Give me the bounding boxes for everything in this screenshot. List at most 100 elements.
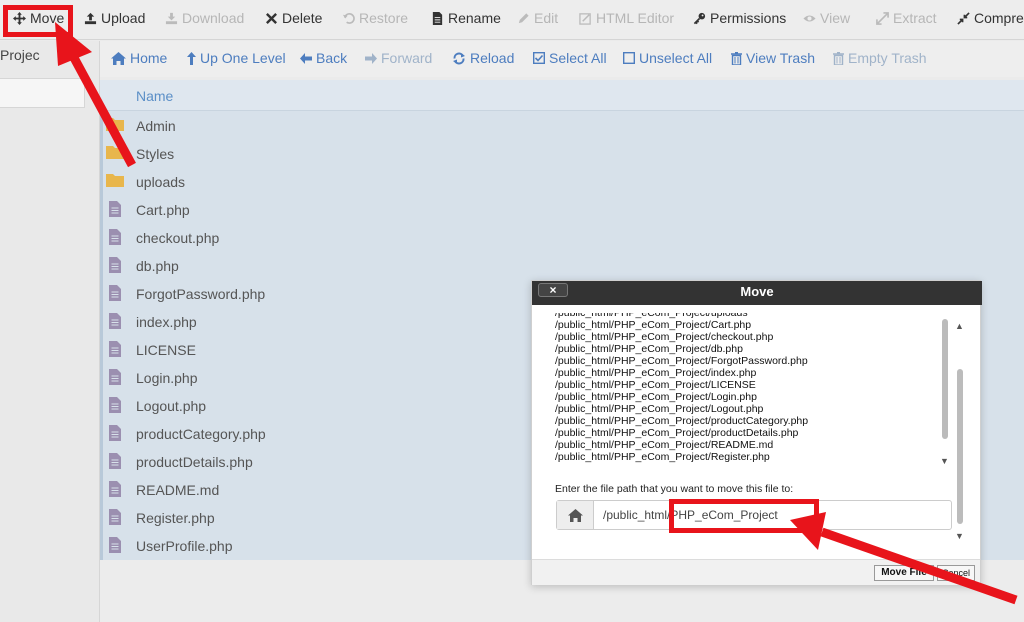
rename-label: Rename — [448, 10, 501, 26]
upload-button[interactable]: Upload — [84, 10, 145, 26]
file-icon — [109, 537, 121, 553]
file-name: Register.php — [136, 510, 215, 526]
file-icon — [109, 341, 121, 357]
paths-scrollbar[interactable] — [942, 319, 948, 439]
folder-icon — [106, 146, 124, 159]
compress-label: Compress — [974, 10, 1024, 26]
path-list-item: /public_html/PHP_eCom_Project/README.md — [555, 439, 774, 451]
path-list-item: /public_html/PHP_eCom_Project/db.php — [555, 343, 743, 355]
download-label: Download — [182, 10, 245, 26]
view-trash-button[interactable]: View Trash — [731, 50, 815, 66]
permissions-label: Permissions — [710, 10, 787, 26]
cancel-button[interactable]: Cancel — [937, 565, 975, 581]
permissions-button[interactable]: Permissions — [693, 10, 786, 26]
delete-label: Delete — [282, 10, 323, 26]
path-list-item: /public_html/PHP_eCom_Project/Login.php — [555, 391, 757, 403]
download-button[interactable]: Download — [165, 10, 244, 26]
empty-trash-button[interactable]: Empty Trash — [833, 50, 927, 66]
arrow-right-icon — [365, 52, 377, 64]
file-row[interactable]: Cart.php — [103, 196, 1024, 224]
left-tab-second[interactable]: C — [57, 48, 67, 64]
folder-icon — [106, 117, 124, 136]
key-icon — [693, 12, 706, 24]
move-file-button[interactable]: Move File — [874, 565, 934, 581]
file-row[interactable]: Styles — [103, 140, 1024, 168]
file-icon — [109, 257, 121, 273]
file-name: UserProfile.php — [136, 538, 233, 554]
edit-button[interactable]: Edit — [517, 10, 558, 26]
folder-icon — [106, 145, 124, 164]
dialog-scrollbar[interactable] — [957, 369, 963, 524]
delete-button[interactable]: Delete — [265, 10, 322, 26]
scroll-down-icon[interactable]: ▼ — [940, 456, 949, 466]
left-tab-project[interactable]: Projec — [0, 47, 40, 69]
home-addon — [557, 501, 594, 529]
file-icon — [109, 509, 121, 525]
upload-label: Upload — [101, 10, 146, 26]
file-name: Admin — [136, 118, 176, 134]
file-name: Styles — [136, 146, 175, 162]
path-list-item: /public_html/PHP_eCom_Project/index.php — [555, 367, 757, 379]
file-row[interactable]: checkout.php — [103, 224, 1024, 252]
file-row[interactable]: Admin — [103, 112, 1024, 140]
file-name: index.php — [136, 314, 197, 330]
back-label: Back — [316, 50, 348, 66]
file-row[interactable]: db.php — [103, 252, 1024, 280]
file-icon — [109, 425, 121, 446]
path-list-item: /public_html/PHP_eCom_Project/Logout.php — [555, 403, 764, 415]
compress-button[interactable]: Compress — [957, 10, 1024, 26]
path-list-item: /public_html/PHP_eCom_Project/productCat… — [555, 415, 809, 427]
html-editor-button[interactable]: HTML Editor — [579, 10, 674, 26]
file-list-header: Name — [100, 80, 1024, 111]
file-name: LICENSE — [136, 342, 196, 358]
select-all-button[interactable]: Select All — [533, 50, 607, 66]
path-list-item: /public_html/PHP_eCom_Project/checkout.p… — [555, 331, 774, 343]
name-column-header[interactable]: Name — [136, 88, 173, 104]
file-icon — [109, 453, 121, 469]
destination-prompt: Enter the file path that you want to mov… — [555, 483, 794, 495]
file-icon — [109, 397, 121, 418]
reload-icon — [453, 52, 465, 64]
selected-paths-list: /public_html/PHP_eCom_Project/uploads/pu… — [555, 313, 950, 473]
file-icon — [109, 313, 121, 329]
document-icon — [432, 11, 443, 25]
close-dialog-button[interactable]: × — [538, 283, 568, 297]
unselect-all-button[interactable]: Unselect All — [623, 50, 712, 66]
dialog-title: Move — [532, 281, 982, 305]
rename-button[interactable]: Rename — [431, 10, 501, 26]
folder-icon — [106, 174, 124, 187]
restore-button[interactable]: Restore — [342, 10, 408, 26]
reload-button[interactable]: Reload — [452, 50, 514, 66]
file-name: productCategory.php — [136, 426, 266, 442]
forward-button[interactable]: Forward — [365, 50, 432, 66]
html-editor-icon — [579, 12, 591, 25]
extract-label: Extract — [893, 10, 937, 26]
checkbox-checked-icon — [533, 52, 545, 64]
file-name: Cart.php — [136, 202, 190, 218]
dialog-scroll-down-icon[interactable]: ▼ — [955, 531, 964, 541]
path-list-item: /public_html/PHP_eCom_Project/Register.p… — [555, 451, 770, 463]
file-icon — [109, 201, 121, 217]
arrow-up-icon — [187, 51, 196, 65]
file-name: db.php — [136, 258, 179, 274]
left-sidebar — [0, 41, 100, 622]
scroll-up-icon[interactable]: ▲ — [955, 321, 964, 331]
file-row[interactable]: uploads — [103, 168, 1024, 196]
home-label: Home — [130, 50, 168, 66]
expand-icon — [876, 11, 889, 25]
home-nav-button[interactable]: Home — [111, 50, 167, 66]
download-icon — [165, 12, 178, 24]
view-button[interactable]: View — [803, 10, 850, 26]
file-icon — [109, 369, 121, 385]
extract-button[interactable]: Extract — [876, 10, 937, 26]
file-icon — [109, 229, 121, 250]
upload-icon — [84, 12, 97, 24]
file-icon — [109, 285, 121, 306]
back-button[interactable]: Back — [300, 50, 347, 66]
file-name: README.md — [136, 482, 220, 498]
move-dialog: Move × /public_html/PHP_eCom_Project/upl… — [531, 280, 982, 585]
folder-tree-panel — [0, 78, 85, 108]
file-icon — [109, 285, 121, 301]
up-one-level-button[interactable]: Up One Level — [187, 50, 286, 66]
forward-label: Forward — [381, 50, 433, 66]
